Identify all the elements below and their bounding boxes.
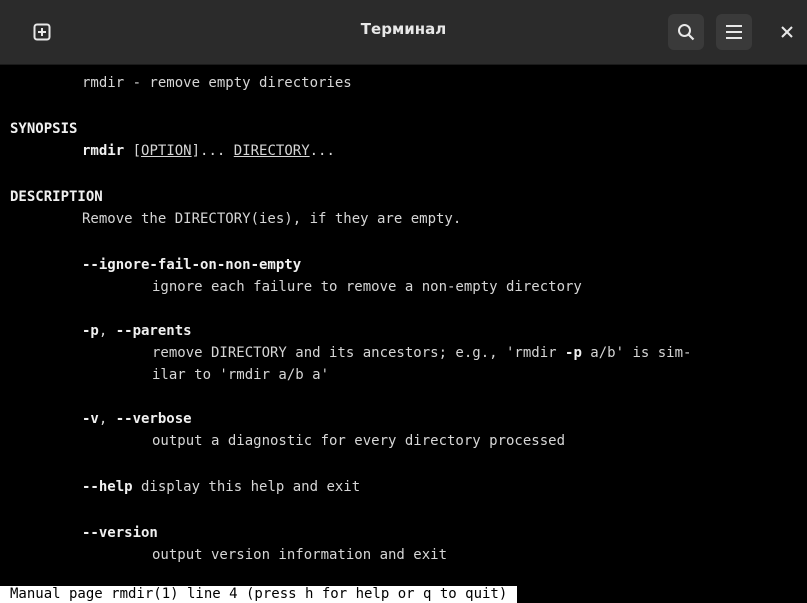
option-help-flag: --help xyxy=(82,479,133,495)
search-icon xyxy=(678,24,695,41)
option-ignore-fail-desc: ignore each failure to remove a non-empt… xyxy=(152,279,582,295)
close-button[interactable] xyxy=(780,14,807,50)
option-version-flag: --version xyxy=(82,525,158,541)
option-ignore-fail-flag: --ignore-fail-on-non-empty xyxy=(82,257,302,273)
synopsis-space xyxy=(124,143,132,159)
man-name-line: rmdir - remove empty directories xyxy=(82,75,352,91)
option-verbose-separator: , xyxy=(98,411,116,427)
option-parents-short: -p xyxy=(82,323,99,339)
description-text: Remove the DIRECTORY(ies), if they are e… xyxy=(82,211,462,227)
synopsis-bracket-close: ]... xyxy=(191,143,234,159)
option-parents-desc-a: remove DIRECTORY and its ancestors; e.g.… xyxy=(152,345,566,361)
synopsis-directory: DIRECTORY xyxy=(233,143,310,159)
option-verbose-long: --verbose xyxy=(115,411,192,427)
option-parents-long: --parents xyxy=(115,323,192,339)
hamburger-menu-icon xyxy=(726,25,742,39)
option-help-line: --help display this help and exit xyxy=(82,478,360,496)
terminal-area[interactable]: rmdir - remove empty directories SYNOPSI… xyxy=(0,64,807,603)
option-parents-desc-line1: remove DIRECTORY and its ancestors; e.g.… xyxy=(152,344,691,362)
synopsis-option: OPTION xyxy=(141,143,192,159)
option-parents-flag: -p, --parents xyxy=(82,322,192,340)
menu-button[interactable] xyxy=(716,14,752,50)
option-parents-desc-line2: ilar to 'rmdir a/b a' xyxy=(152,367,330,383)
synopsis-ellipsis: ... xyxy=(309,143,335,159)
option-help-desc: display this help and exit xyxy=(132,479,361,495)
description-heading: DESCRIPTION xyxy=(10,189,103,205)
synopsis-bracket-open: [ xyxy=(132,143,142,159)
synopsis-heading: SYNOPSIS xyxy=(10,121,78,137)
pager-status-line: Manual page rmdir(1) line 4 (press h for… xyxy=(0,586,518,603)
close-icon xyxy=(781,26,793,38)
option-parents-separator: , xyxy=(98,323,116,339)
synopsis-line: rmdir [OPTION]... DIRECTORY... xyxy=(82,142,335,160)
option-version-desc: output version information and exit xyxy=(152,547,448,563)
search-button[interactable] xyxy=(668,14,704,50)
option-verbose-short: -v xyxy=(82,411,99,427)
option-verbose-desc: output a diagnostic for every directory … xyxy=(152,433,566,449)
option-verbose-flag: -v, --verbose xyxy=(82,410,192,428)
option-parents-desc-b: a/b' is sim- xyxy=(581,345,692,361)
synopsis-command: rmdir xyxy=(82,143,125,159)
option-parents-desc-flag: -p xyxy=(565,345,582,361)
title-bar: Терминал xyxy=(0,0,807,65)
